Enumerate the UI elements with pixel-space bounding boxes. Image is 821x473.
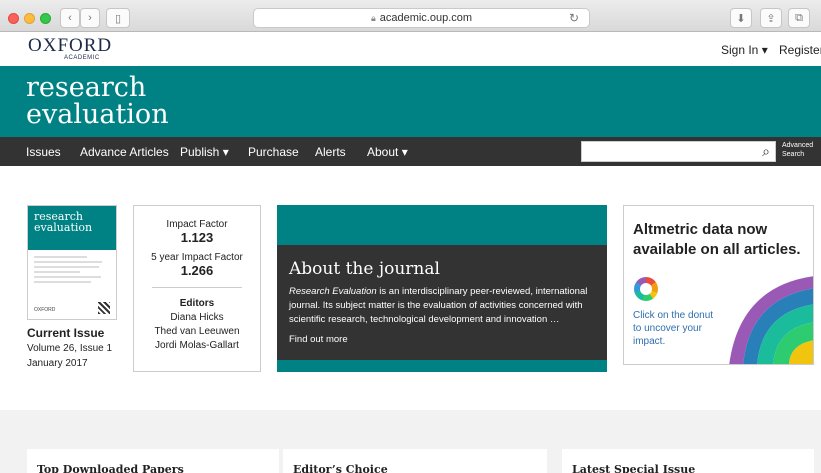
- editor-name: Jordi Molas-Gallart: [155, 340, 239, 351]
- sidebar-icon: ▯: [114, 12, 122, 25]
- altmetric-click-text: Click on the donut to uncover your impac…: [633, 310, 714, 347]
- current-issue-volume: Volume 26, Issue 1: [27, 343, 113, 354]
- impact-factor-label: Impact Factor: [166, 219, 228, 230]
- chevron-right-icon: ›: [88, 12, 92, 24]
- sidebar-toggle-button[interactable]: ▯: [106, 8, 130, 28]
- nav-item-about[interactable]: About ▾: [367, 145, 408, 159]
- about-heading: About the journal: [289, 259, 440, 279]
- about-bottom-strip: [277, 360, 607, 372]
- back-button[interactable]: ‹: [60, 8, 80, 28]
- cover-text-lines: [28, 250, 116, 292]
- journal-title-line2: evaluation: [26, 99, 169, 130]
- altmetric-banner[interactable]: Altmetric data now available on all arti…: [623, 205, 814, 365]
- downloads-button[interactable]: ⬇︎: [730, 8, 752, 28]
- nav-item-issues[interactable]: Issues: [26, 145, 61, 159]
- impact-factor-box: Impact Factor 1.123 5 year Impact Factor…: [133, 205, 261, 372]
- oxford-logo[interactable]: OXFORD: [28, 36, 112, 55]
- editors-choice-card[interactable]: Editor’s Choice: [283, 449, 547, 473]
- current-issue-label[interactable]: Current Issue: [27, 326, 104, 340]
- card-title: Top Downloaded Papers: [37, 463, 184, 473]
- five-year-impact-label: 5 year Impact Factor: [151, 252, 243, 263]
- url-text: academic.oup.com: [379, 12, 473, 24]
- advanced-search-line1: Advanced: [782, 142, 814, 149]
- five-year-impact-value: 1.266: [180, 263, 214, 278]
- download-icon: ⬇︎: [736, 12, 746, 25]
- site-header: OXFORD ACADEMIC Sign In ▾ Register: [0, 32, 821, 66]
- forward-button[interactable]: ›: [80, 8, 100, 28]
- chevron-left-icon: ‹: [68, 12, 72, 24]
- top-downloaded-card[interactable]: Top Downloaded Papers: [27, 449, 279, 473]
- impact-factor-value: 1.123: [180, 230, 214, 245]
- about-description: Research Evaluation is an interdisciplin…: [289, 285, 599, 327]
- find-out-more-link[interactable]: Find out more: [289, 334, 348, 345]
- minimize-window-button[interactable]: [24, 13, 35, 24]
- search-input[interactable]: ⌕: [581, 141, 776, 162]
- current-issue-date: January 2017: [27, 358, 88, 369]
- cover-publisher: OXFORD: [34, 307, 56, 313]
- altmetric-arcs-graphic: [729, 276, 813, 364]
- editors-label: Editors: [179, 298, 215, 309]
- card-title: Editor’s Choice: [293, 463, 388, 473]
- about-journal-name: Research Evaluation: [289, 286, 377, 297]
- register-link[interactable]: Register: [779, 43, 821, 57]
- browser-toolbar: ‹ › ▯ 🔒︎ academic.oup.com ↻ ⬇︎ ⇪ ⧉: [0, 0, 821, 32]
- address-bar[interactable]: 🔒︎ academic.oup.com ↻: [253, 8, 590, 28]
- cover-title: research evaluation: [28, 206, 116, 250]
- search-icon[interactable]: ⌕: [762, 143, 770, 160]
- cover-title-line2: evaluation: [34, 221, 93, 234]
- editor-name: Thed van Leeuwen: [154, 326, 240, 337]
- advanced-search-line2: Search: [782, 151, 805, 158]
- nav-item-publish[interactable]: Publish ▾: [180, 145, 229, 159]
- oxford-logo-sub: ACADEMIC: [64, 55, 100, 61]
- nav-item-alerts[interactable]: Alerts: [315, 145, 346, 159]
- maximize-window-button[interactable]: [40, 13, 51, 24]
- reload-icon[interactable]: ↻: [569, 11, 579, 25]
- close-window-button[interactable]: [8, 13, 19, 24]
- lock-icon: 🔒︎: [370, 12, 376, 23]
- editor-name: Diana Hicks: [170, 312, 224, 323]
- impact-divider: [152, 287, 242, 288]
- tabs-button[interactable]: ⧉: [788, 8, 810, 28]
- share-button[interactable]: ⇪: [760, 8, 782, 28]
- advanced-search-link[interactable]: Advanced Search: [782, 141, 813, 159]
- card-title: Latest Special Issue: [572, 463, 696, 473]
- journal-nav: Issues Advance Articles Publish ▾ Purcha…: [0, 137, 821, 166]
- journal-title[interactable]: research evaluation: [26, 74, 169, 128]
- altmetric-donut-icon[interactable]: [634, 277, 658, 301]
- about-journal-panel: About the journal Research Evaluation is…: [277, 205, 607, 372]
- tabs-icon: ⧉: [795, 11, 803, 24]
- nav-item-advance-articles[interactable]: Advance Articles: [80, 145, 169, 159]
- qr-code-icon: [98, 302, 110, 314]
- journal-banner: research evaluation: [0, 66, 821, 137]
- altmetric-heading: Altmetric data now available on all arti…: [633, 221, 801, 258]
- sign-in-link[interactable]: Sign In ▾: [721, 43, 768, 57]
- nav-item-purchase[interactable]: Purchase: [248, 145, 299, 159]
- about-top-strip: [277, 205, 607, 245]
- latest-special-issue-card[interactable]: Latest Special Issue: [562, 449, 814, 473]
- current-issue-cover[interactable]: research evaluation OXFORD: [27, 205, 117, 320]
- share-icon: ⇪: [766, 12, 776, 25]
- journal-title-line1: research: [26, 72, 147, 103]
